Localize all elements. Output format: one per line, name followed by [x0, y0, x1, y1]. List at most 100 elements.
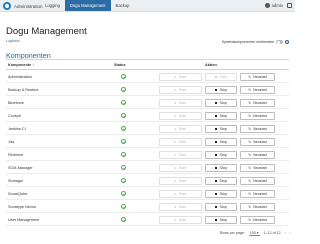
- stop-button[interactable]: Stop: [205, 216, 237, 224]
- start-button[interactable]: ▸ Start: [159, 190, 202, 198]
- restart-label: Neustart: [253, 205, 267, 209]
- stop-button[interactable]: Stop: [205, 138, 237, 146]
- start-icon: ▸: [174, 75, 177, 79]
- start-button[interactable]: ▸ Start: [159, 99, 202, 107]
- restart-button[interactable]: ↻ Neustart: [240, 151, 275, 159]
- restart-button[interactable]: ↻ Neustart: [240, 86, 275, 94]
- table-header: Komponente ↑ Status Aktion: [6, 62, 289, 70]
- stop-button[interactable]: Stop: [205, 99, 237, 107]
- start-button[interactable]: ▸ Start: [159, 112, 202, 120]
- start-button[interactable]: ▸ Start: [159, 203, 202, 211]
- rows-per-page-select[interactable]: 100 ▾: [248, 231, 260, 236]
- main-nav: Logging Dogu Management Backup: [40, 0, 135, 11]
- divider: [6, 59, 289, 60]
- status-ok-icon: [121, 204, 126, 209]
- component-name: SCM-Manager: [8, 166, 33, 170]
- stop-button[interactable]: Stop: [205, 190, 237, 198]
- system-components-toggle[interactable]: [276, 40, 283, 44]
- start-button[interactable]: ▸ Start: [159, 73, 202, 81]
- status-ok-icon: [121, 113, 126, 118]
- logout-icon[interactable]: [287, 3, 292, 8]
- start-button[interactable]: ▸ Start: [159, 86, 202, 94]
- restart-label: Neustart: [253, 140, 267, 144]
- column-component[interactable]: Komponente ↑: [8, 63, 34, 67]
- restart-button[interactable]: ↻ Neustart: [240, 203, 275, 211]
- nav-backup[interactable]: Backup: [111, 0, 135, 11]
- restart-button[interactable]: ↻ Neustart: [240, 164, 275, 172]
- table-row: Redmine ▸ Start Stop ↻ Neustart: [6, 149, 289, 161]
- restart-label: Neustart: [253, 114, 267, 118]
- stop-label: Stop: [219, 218, 227, 222]
- start-icon: ▸: [174, 166, 177, 170]
- start-label: Start: [178, 88, 187, 92]
- info-icon[interactable]: i: [285, 40, 289, 44]
- start-button[interactable]: ▸ Start: [159, 138, 202, 146]
- status-ok-icon: [121, 126, 126, 131]
- restart-button[interactable]: ↻ Neustart: [240, 73, 275, 81]
- stop-icon: [215, 192, 218, 196]
- status-ok-icon: [121, 217, 126, 222]
- stop-icon: [215, 205, 218, 209]
- table-row: Sonatype Nexus ▸ Start Stop ↻ Neustart: [6, 201, 289, 213]
- stop-icon: [215, 179, 218, 183]
- component-name: Administration: [8, 75, 33, 79]
- stop-icon: [215, 101, 218, 105]
- stop-icon: [215, 88, 218, 92]
- start-icon: ▸: [174, 88, 177, 92]
- start-button[interactable]: ▸ Start: [159, 151, 202, 159]
- restart-label: Neustart: [253, 101, 267, 105]
- stop-icon: [215, 127, 218, 131]
- restart-label: Neustart: [253, 153, 267, 157]
- restart-button[interactable]: ↻ Neustart: [240, 112, 275, 120]
- top-bar: Administration Logging Dogu Management B…: [0, 0, 295, 12]
- restart-icon: ↻: [248, 114, 252, 118]
- status-ok-icon: [121, 165, 126, 170]
- restart-button[interactable]: ↻ Neustart: [240, 125, 275, 133]
- status-ok-icon: [121, 178, 126, 183]
- start-icon: ▸: [174, 101, 177, 105]
- start-button[interactable]: ▸ Start: [159, 125, 202, 133]
- start-icon: ▸: [174, 127, 177, 131]
- rows-per-page-label: Rows per page:: [219, 231, 245, 235]
- stop-label: Stop: [219, 88, 227, 92]
- restart-button[interactable]: ↻ Neustart: [240, 177, 275, 185]
- stop-button[interactable]: Stop: [205, 151, 237, 159]
- restart-button[interactable]: ↻ Neustart: [240, 99, 275, 107]
- restart-button[interactable]: ↻ Neustart: [240, 138, 275, 146]
- stop-button[interactable]: Stop: [205, 73, 237, 81]
- nav-logging[interactable]: Logging: [40, 0, 65, 11]
- start-button[interactable]: ▸ Start: [159, 164, 202, 172]
- start-button[interactable]: ▸ Start: [159, 177, 202, 185]
- prev-page-button[interactable]: ‹: [285, 231, 286, 235]
- restart-button[interactable]: ↻ Neustart: [240, 216, 275, 224]
- start-label: Start: [178, 192, 187, 196]
- restart-button[interactable]: ↻ Neustart: [240, 190, 275, 198]
- system-components-toggle-row: Systemkomponenten einblenden i: [222, 40, 289, 44]
- user-icon: [264, 3, 270, 8]
- component-name: Blueforce: [8, 101, 25, 105]
- stop-icon: [215, 114, 218, 118]
- brand[interactable]: Administration: [3, 2, 43, 10]
- page-range: 1–12 of 12: [263, 231, 281, 235]
- nav-dogu-management[interactable]: Dogu Management: [64, 0, 111, 11]
- component-name: User Management: [8, 218, 40, 222]
- stop-label: Stop: [219, 166, 227, 170]
- table-row: Backup & Restore ▸ Start Stop ↻ Neustart: [6, 84, 289, 96]
- restart-label: Neustart: [253, 218, 267, 222]
- component-name: Backup & Restore: [8, 88, 39, 92]
- stop-button[interactable]: Stop: [205, 112, 237, 120]
- logo-icon: [3, 2, 11, 10]
- system-components-label: Systemkomponenten einblenden: [221, 40, 274, 44]
- stop-button[interactable]: Stop: [205, 177, 237, 185]
- user-menu[interactable]: admin: [264, 0, 292, 11]
- table-row: Cockpit ▸ Start Stop ↻ Neustart: [6, 110, 289, 122]
- status-ok-icon: [121, 139, 126, 144]
- stop-button[interactable]: Stop: [205, 203, 237, 211]
- stop-button[interactable]: Stop: [205, 164, 237, 172]
- start-icon: ▸: [174, 205, 177, 209]
- breadcrumb[interactable]: Logincto: [6, 39, 20, 43]
- stop-button[interactable]: Stop: [205, 86, 237, 94]
- start-button[interactable]: ▸ Start: [159, 216, 202, 224]
- stop-button[interactable]: Stop: [205, 125, 237, 133]
- next-page-button[interactable]: ›: [290, 231, 291, 235]
